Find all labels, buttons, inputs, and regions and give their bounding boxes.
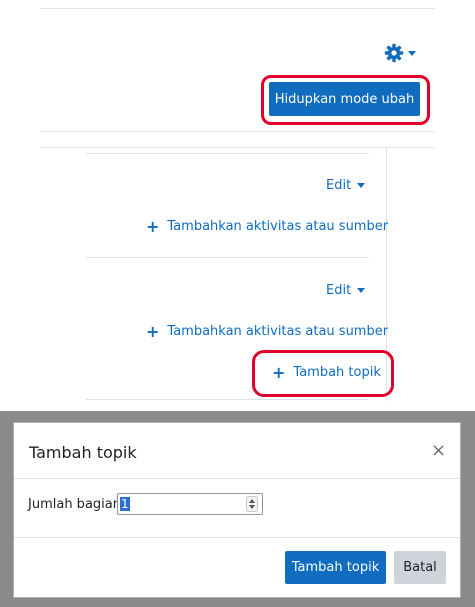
gear-icon <box>384 43 404 63</box>
section-count-label: Jumlah bagian <box>28 497 121 512</box>
section-edit-menu[interactable]: Edit <box>326 283 366 298</box>
top-divider <box>40 8 435 9</box>
add-activity-label: Tambahkan aktivitas atau sumber <box>167 219 389 234</box>
chevron-down-icon <box>357 288 366 293</box>
content-divider <box>40 147 435 148</box>
add-activity-label: Tambahkan aktivitas atau sumber <box>167 324 389 339</box>
add-topic-submit-button[interactable]: Tambah topik <box>285 551 386 584</box>
section-divider <box>86 257 369 258</box>
settings-menu-toggle[interactable] <box>384 42 424 64</box>
add-activity-link[interactable]: + Tambahkan aktivitas atau sumber <box>146 321 389 341</box>
add-activity-link[interactable]: + Tambahkan aktivitas atau sumber <box>146 216 389 236</box>
number-spinner[interactable] <box>246 496 258 512</box>
chevron-down-icon <box>408 50 416 56</box>
spinner-up-icon[interactable] <box>249 499 255 503</box>
section-edit-menu[interactable]: Edit <box>326 178 366 193</box>
edit-link: Edit <box>326 178 352 193</box>
edit-link: Edit <box>326 283 352 298</box>
dialog-footer-divider <box>14 537 460 538</box>
section-count-input[interactable]: 1 <box>117 493 263 515</box>
section-count-value: 1 <box>120 497 130 511</box>
annotation-highlight <box>252 350 394 397</box>
header-divider <box>40 131 435 132</box>
annotation-highlight <box>261 75 430 125</box>
cancel-button[interactable]: Batal <box>394 551 446 584</box>
chevron-down-icon <box>357 183 366 188</box>
plus-icon: + <box>146 216 160 236</box>
section-top-border <box>86 153 369 154</box>
plus-icon: + <box>146 321 160 341</box>
dialog-title: Tambah topik <box>29 443 137 462</box>
section-bottom-border <box>86 399 369 400</box>
close-icon[interactable]: × <box>431 440 446 461</box>
spinner-down-icon[interactable] <box>249 505 255 509</box>
dialog-header-divider <box>14 478 460 479</box>
